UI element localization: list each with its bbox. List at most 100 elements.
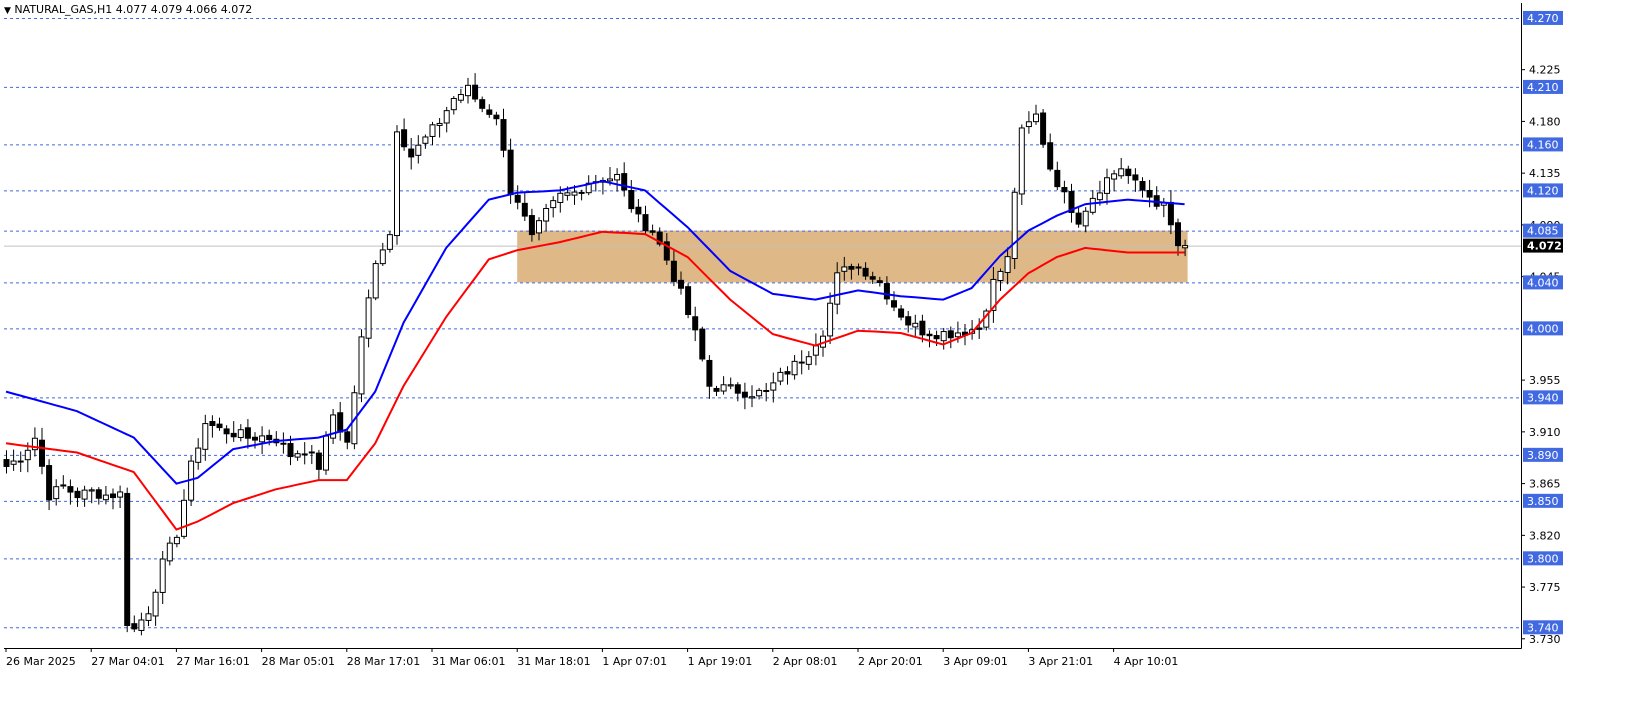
candle[interactable] [1082, 207, 1089, 233]
candle[interactable] [330, 409, 337, 445]
candle[interactable] [145, 606, 152, 627]
candle[interactable] [422, 134, 429, 149]
candle[interactable] [628, 180, 635, 213]
candle[interactable] [713, 385, 720, 396]
candle[interactable] [734, 382, 741, 402]
candle[interactable] [798, 350, 805, 375]
candle[interactable] [940, 327, 947, 350]
candle[interactable] [983, 308, 990, 331]
candle[interactable] [159, 550, 166, 605]
candle[interactable] [60, 475, 67, 489]
candle[interactable] [244, 419, 251, 449]
candle[interactable] [1125, 165, 1132, 184]
candle[interactable] [720, 376, 727, 395]
candle[interactable] [642, 205, 649, 234]
candle[interactable] [1132, 168, 1139, 192]
candle[interactable] [1025, 111, 1032, 134]
candle[interactable] [805, 351, 812, 370]
candle[interactable] [493, 111, 500, 126]
triangle-down-icon[interactable]: ▼ [4, 6, 11, 16]
candle[interactable] [237, 424, 244, 442]
candle[interactable] [1011, 187, 1018, 270]
candle[interactable] [727, 377, 734, 390]
candle[interactable] [457, 88, 464, 104]
candle[interactable] [95, 487, 102, 505]
candle[interactable] [152, 589, 159, 626]
candle[interactable] [1139, 177, 1146, 198]
candle[interactable] [1033, 104, 1039, 125]
candle[interactable] [131, 615, 138, 633]
candle[interactable] [1104, 168, 1110, 205]
candle[interactable] [337, 402, 344, 441]
candle[interactable] [280, 432, 287, 454]
candle[interactable] [812, 333, 819, 366]
candle[interactable] [365, 289, 372, 348]
candle[interactable] [344, 428, 351, 450]
candle[interactable] [912, 314, 919, 338]
level-price-tag[interactable]: 4.085 [1523, 223, 1563, 238]
candle[interactable] [223, 425, 230, 444]
level-price-tag[interactable]: 3.890 [1523, 447, 1563, 462]
candle[interactable] [543, 203, 550, 232]
candle[interactable] [181, 489, 187, 539]
candle[interactable] [947, 326, 954, 349]
level-price-tag[interactable]: 3.850 [1523, 493, 1563, 508]
price-chart[interactable]: 4.2254.1804.1354.0904.0453.9553.9103.865… [0, 0, 1651, 708]
candle[interactable] [784, 366, 791, 385]
candle[interactable] [372, 260, 379, 301]
candle[interactable] [791, 355, 798, 380]
candle[interactable] [1054, 161, 1061, 191]
candle[interactable] [308, 445, 315, 465]
candle[interactable] [706, 355, 713, 399]
candle[interactable] [436, 118, 443, 138]
candle[interactable] [1111, 170, 1118, 192]
chart-container[interactable]: 4.2254.1804.1354.0904.0453.9553.9103.865… [0, 0, 1651, 708]
candle[interactable] [358, 329, 365, 403]
candle[interactable] [443, 106, 450, 133]
candle[interactable] [777, 367, 784, 386]
candle[interactable] [1040, 109, 1047, 148]
candle[interactable] [500, 108, 507, 158]
level-price-tag[interactable]: 3.740 [1523, 620, 1563, 635]
candle[interactable] [31, 427, 38, 457]
level-price-tag[interactable]: 4.270 [1523, 10, 1563, 25]
candle[interactable] [3, 450, 10, 474]
candle[interactable] [1061, 180, 1068, 204]
candle[interactable] [294, 450, 301, 461]
candle[interactable] [614, 168, 621, 192]
candle[interactable] [415, 135, 422, 164]
candle[interactable] [1068, 183, 1075, 223]
candle[interactable] [209, 415, 216, 438]
candle[interactable] [741, 382, 748, 410]
candle[interactable] [173, 534, 180, 548]
candle[interactable] [1118, 157, 1125, 179]
candle[interactable] [216, 417, 223, 431]
level-price-tag[interactable]: 4.040 [1523, 275, 1563, 290]
candle[interactable] [386, 231, 393, 253]
candle[interactable] [394, 125, 400, 245]
candle[interactable] [749, 385, 755, 408]
candle[interactable] [1146, 179, 1153, 208]
candle[interactable] [685, 283, 692, 319]
candle[interactable] [195, 438, 202, 470]
candle[interactable] [74, 487, 81, 507]
candle[interactable] [521, 193, 528, 222]
candle[interactable] [46, 459, 53, 510]
candle[interactable] [550, 196, 557, 218]
level-price-tag[interactable]: 4.120 [1523, 183, 1563, 198]
candle[interactable] [514, 185, 521, 210]
candle[interactable] [10, 449, 17, 471]
level-price-tag[interactable]: 3.940 [1523, 390, 1563, 405]
candle[interactable] [110, 488, 116, 510]
candle[interactable] [17, 451, 24, 473]
candle[interactable] [465, 77, 471, 104]
candle[interactable] [230, 421, 237, 442]
level-price-tag[interactable]: 4.210 [1523, 79, 1563, 94]
candle[interactable] [997, 268, 1004, 291]
candle[interactable] [1047, 133, 1054, 172]
candle[interactable] [323, 431, 329, 475]
candle[interactable] [202, 414, 209, 461]
candle[interactable] [898, 305, 905, 321]
candle[interactable] [301, 442, 308, 465]
candle[interactable] [1160, 197, 1167, 218]
